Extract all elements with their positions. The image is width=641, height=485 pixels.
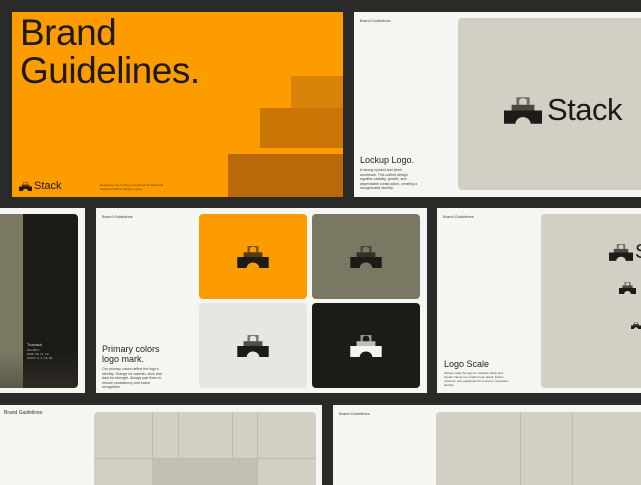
grid-panel — [436, 412, 641, 485]
lockup-logo: Stack — [504, 92, 623, 128]
stack-logo-icon — [504, 97, 542, 124]
primary-title: Primary colors logo mark. — [102, 344, 160, 364]
cover-title: Brand Guidelines. — [20, 12, 200, 91]
slide-header: Brand Guidelines — [4, 410, 43, 416]
tile-dark — [312, 303, 420, 388]
slide-header: Brand Guidelines — [360, 18, 391, 23]
lockup-title: Lockup Logo. — [360, 155, 415, 165]
tile-orange — [199, 214, 307, 299]
primary-body: Our primary colors define the logo's ide… — [102, 367, 162, 390]
logo-mark-icon — [350, 246, 382, 268]
slide-grid-right[interactable]: Brand Guidelines — [333, 405, 641, 485]
slide-palette[interactable]: Tuxback #1C1B17 RGB: 28, 27, 23 CMYK: 0,… — [0, 208, 85, 393]
olive-swatch — [0, 214, 23, 388]
cover-tagline: Designing and crafting exceptional archi… — [100, 183, 164, 191]
slide-primary-colors[interactable]: Brand Guidelines Primary colors logo mar… — [96, 208, 427, 393]
logo-mark-icon — [237, 246, 269, 268]
lockup-panel: Stack — [458, 18, 641, 190]
slide-lockup[interactable]: Brand Guidelines Lockup Logo. A strong s… — [354, 12, 641, 197]
scale-title: Logo Scale — [444, 359, 490, 369]
slide-logo-scale[interactable]: Brand Guidelines Logo Scale Always scale… — [437, 208, 641, 393]
scale-body: Always scale the logo to maintain clarit… — [444, 371, 508, 387]
grid-panel — [94, 412, 316, 485]
logo-small-icon — [631, 322, 641, 329]
lockup-body: A strong symbol and sleek wordmark. This… — [360, 168, 417, 191]
slide-header: Brand Guidelines — [443, 214, 474, 219]
logo-mark-icon — [350, 335, 382, 357]
slide-cover[interactable]: Brand Guidelines. Stack Designing and cr… — [12, 12, 343, 197]
stack-logo-icon — [19, 182, 32, 191]
tile-light — [199, 303, 307, 388]
logo-large-icon — [609, 244, 633, 261]
dark-swatch: Tuxback #1C1B17 RGB: 28, 27, 23 CMYK: 0,… — [23, 214, 78, 388]
slide-header: Brand Guidelines — [339, 411, 370, 416]
logo-medium-icon — [619, 282, 636, 294]
tile-olive — [312, 214, 420, 299]
scale-panel: S — [541, 214, 641, 388]
logo-mark-icon — [237, 335, 269, 357]
cover-logo: Stack — [19, 180, 62, 192]
slide-grid-left[interactable]: Brand Guidelines — [0, 405, 322, 485]
slide-header: Brand Guidelines — [102, 214, 133, 219]
